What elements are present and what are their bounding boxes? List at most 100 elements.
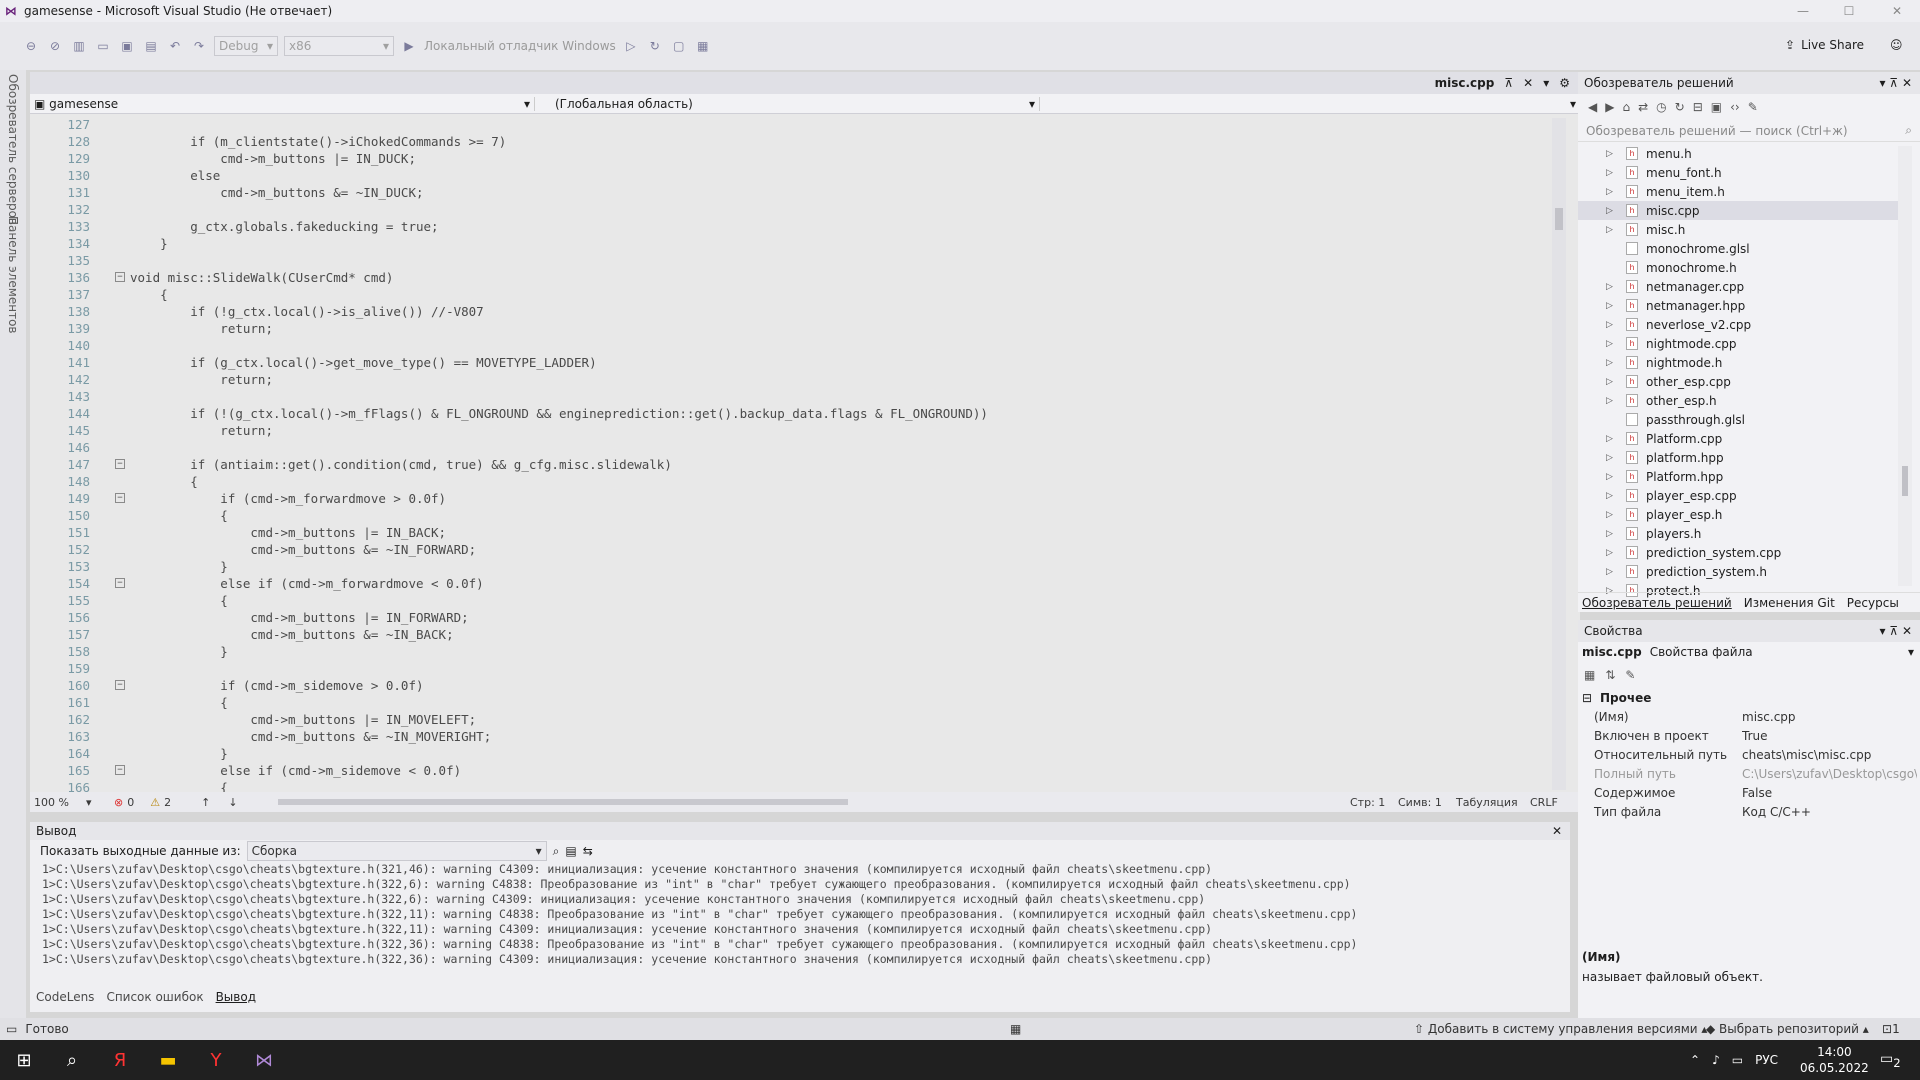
code-line[interactable]: return; (130, 422, 273, 439)
start-icon[interactable]: ⊞ (0, 1040, 48, 1080)
up-arrow-icon[interactable]: ↑ (201, 796, 210, 809)
code-line[interactable]: cmd->m_buttons &= ~IN_FORWARD; (130, 541, 476, 558)
tree-item[interactable]: monochrome.glsl (1578, 239, 1898, 258)
tree-item[interactable]: ▷ h menu_font.h (1578, 163, 1898, 182)
categorized-icon[interactable]: ▦ (1584, 668, 1595, 682)
tree-item[interactable]: ▷ h nightmode.cpp (1578, 334, 1898, 353)
new-item-icon[interactable]: ▥ (70, 37, 88, 55)
fold-toggle-icon[interactable]: − (115, 493, 125, 503)
indent-mode[interactable]: Табуляция (1456, 796, 1518, 809)
collapse-icon[interactable]: ⊟ (1693, 100, 1703, 114)
expand-icon[interactable]: ▷ (1606, 206, 1613, 216)
tree-item[interactable]: ▷ h platform.hpp (1578, 448, 1898, 467)
pin-icon[interactable]: ⊼ (1889, 76, 1898, 90)
tree-item[interactable]: ▷ h Platform.cpp (1578, 429, 1898, 448)
tree-item[interactable]: passthrough.glsl (1578, 410, 1898, 429)
history-icon[interactable]: ◷ (1656, 100, 1666, 114)
home-icon[interactable]: ⌂ (1622, 100, 1630, 114)
code-area[interactable]: 127 128 if (m_clientstate()->iChokedComma… (30, 116, 1550, 792)
code-line[interactable]: { (130, 779, 228, 792)
select-repo-button[interactable]: ◆ Выбрать репозиторий ▴ (1706, 1022, 1869, 1036)
yandex-icon[interactable]: Я (96, 1040, 144, 1080)
settings-icon[interactable]: ⚙ (1559, 76, 1570, 90)
tree-item[interactable]: ▷ h nightmode.h (1578, 353, 1898, 372)
close-button[interactable]: ✕ (1874, 0, 1920, 22)
action-center-icon[interactable]: ▭2 (1880, 1051, 1901, 1070)
save-all-icon[interactable]: ▤ (142, 37, 160, 55)
open-file-icon[interactable]: ▭ (94, 37, 112, 55)
property-row[interactable]: Включен в проект True (1578, 726, 1920, 745)
vertical-scrollbar[interactable] (1552, 118, 1566, 790)
tree-item[interactable]: ▷ h misc.h (1578, 220, 1898, 239)
fold-toggle-icon[interactable]: − (115, 578, 125, 588)
minimize-button[interactable]: — (1780, 0, 1826, 22)
search-icon[interactable]: ⌕ (48, 1040, 96, 1080)
code-line[interactable]: { (130, 694, 228, 711)
server-explorer-tab[interactable]: Обозреватель серверов (6, 74, 20, 225)
expand-icon[interactable]: ▷ (1606, 168, 1613, 178)
property-row[interactable]: Относительный путь cheats\misc\misc.cpp (1578, 745, 1920, 764)
code-line[interactable]: { (130, 592, 228, 609)
forward-icon[interactable]: ⊘ (46, 37, 64, 55)
tree-item[interactable]: ▷ h misc.cpp (1578, 201, 1898, 220)
code-line[interactable]: { (130, 507, 228, 524)
add-to-vcs-button[interactable]: ⇧ Добавить в систему управления версиями… (1414, 1022, 1707, 1036)
expand-icon[interactable]: ▷ (1606, 510, 1613, 520)
code-line[interactable]: void misc::SlideWalk(CUserCmd* cmd) (130, 269, 393, 286)
tree-item[interactable]: ▷ h menu_item.h (1578, 182, 1898, 201)
code-line[interactable]: if (!(g_ctx.local()->m_fFlags() & FL_ONG… (130, 405, 988, 422)
code-line[interactable]: else if (cmd->m_sidemove < 0.0f) (130, 762, 461, 779)
chevron-down-icon[interactable]: ▾ (1543, 76, 1549, 90)
back-icon[interactable]: ◀ (1588, 100, 1597, 114)
code-line[interactable]: } (130, 643, 228, 660)
expand-icon[interactable]: ▷ (1606, 548, 1613, 558)
expand-icon[interactable]: ▷ (1606, 358, 1613, 368)
expand-icon[interactable]: ▷ (1606, 396, 1613, 406)
code-line[interactable]: return; (130, 320, 273, 337)
fold-toggle-icon[interactable]: − (115, 459, 125, 469)
solution-search[interactable]: Обозреватель решений — поиск (Ctrl+ж) ⌕ (1578, 120, 1920, 142)
expand-icon[interactable]: ▷ (1606, 377, 1613, 387)
sort-alpha-icon[interactable]: ⇅ (1605, 668, 1615, 682)
visual-studio-icon[interactable]: ⋈ (240, 1040, 288, 1080)
tab-codelens[interactable]: CodeLens (36, 990, 94, 1004)
down-arrow-icon[interactable]: ↓ (228, 796, 237, 809)
code-line[interactable]: g_ctx.globals.fakeducking = true; (130, 218, 438, 235)
hot-reload-icon[interactable]: ↻ (646, 37, 664, 55)
expand-icon[interactable]: ▷ (1606, 320, 1613, 330)
network-icon[interactable]: ▭ (1732, 1053, 1743, 1067)
close-icon[interactable]: ✕ (1902, 76, 1912, 90)
fold-toggle-icon[interactable]: − (115, 680, 125, 690)
platform-select[interactable]: x86 ▾ (284, 36, 394, 56)
feedback-icon[interactable]: ☺ (1890, 38, 1903, 52)
category-header[interactable]: ⊟ Прочее (1578, 688, 1920, 707)
sync-icon[interactable]: ⇄ (1638, 100, 1648, 114)
browse-icon[interactable]: ▢ (670, 37, 688, 55)
expand-icon[interactable]: ▷ (1606, 149, 1613, 159)
expand-icon[interactable]: ▷ (1606, 434, 1613, 444)
code-line[interactable]: cmd->m_buttons &= ~IN_MOVERIGHT; (130, 728, 491, 745)
scope-dropdown[interactable]: (Глобальная область) ▾ (535, 96, 1040, 111)
run-without-debug-icon[interactable]: ▷ (622, 37, 640, 55)
tab-misc-cpp[interactable]: misc.cpp (1435, 76, 1495, 90)
project-dropdown[interactable]: ▣ gamesense ▾ (30, 96, 535, 111)
tree-item[interactable]: ▷ h menu.h (1578, 144, 1898, 163)
properties-object-select[interactable]: misc.cpp Свойства файла ▾ (1578, 642, 1920, 662)
property-value[interactable]: False (1742, 786, 1917, 800)
property-value[interactable]: Код C/C++ (1742, 805, 1917, 819)
word-wrap-icon[interactable]: ⇆ (583, 844, 593, 858)
expand-icon[interactable]: ▷ (1606, 567, 1613, 577)
expand-icon[interactable]: ▷ (1606, 339, 1613, 349)
member-dropdown[interactable]: ▾ (1040, 97, 1580, 111)
save-icon[interactable]: ▣ (118, 37, 136, 55)
property-row[interactable]: (Имя) misc.cpp (1578, 707, 1920, 726)
expand-icon[interactable]: ▷ (1606, 187, 1613, 197)
tab-output[interactable]: Вывод (216, 990, 256, 1004)
pin-icon[interactable]: ⊼ (1504, 76, 1513, 90)
tree-item[interactable]: h monochrome.h (1578, 258, 1898, 277)
close-panel-icon[interactable]: ✕ (1552, 824, 1562, 838)
expand-icon[interactable]: ▷ (1606, 491, 1613, 501)
refresh-icon[interactable]: ↻ (1675, 100, 1685, 114)
horizontal-scrollbar[interactable] (277, 799, 848, 805)
tree-item[interactable]: ▷ h neverlose_v2.cpp (1578, 315, 1898, 334)
